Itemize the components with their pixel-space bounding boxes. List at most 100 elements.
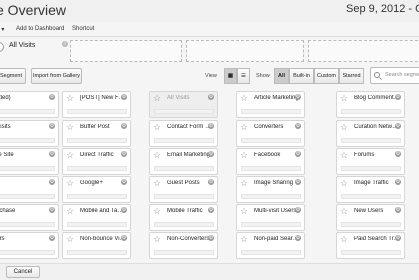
star-icon[interactable]: ☆ <box>240 94 248 103</box>
star-icon[interactable]: ☆ <box>340 151 348 160</box>
segment-tile[interactable]: ☆ Mobile and Table... ⚙ <box>62 204 131 231</box>
segment-tile[interactable]: ☆ Direct Traffic ⚙ <box>62 148 131 175</box>
star-icon[interactable]: ☆ <box>66 94 74 103</box>
star-icon[interactable]: ☆ <box>240 179 248 188</box>
star-icon[interactable]: ☆ <box>66 151 74 160</box>
segment-options-icon[interactable]: ⚙ <box>49 207 55 213</box>
segment-tile[interactable]: ☆ Article Marketing ⚙ <box>236 91 305 118</box>
segment-tile[interactable]: ☆ Mobile Traffic ⚙ <box>149 204 218 231</box>
grid-view-icon[interactable]: ▦ <box>224 68 237 84</box>
add-to-dashboard-button[interactable]: Add to Dashboard <box>16 26 64 32</box>
new-segment-button[interactable]: Segment <box>0 68 26 84</box>
segment-tile[interactable]: ☆ Non-paid Search ...⚙ <box>236 232 305 259</box>
star-icon[interactable]: ☆ <box>153 235 161 244</box>
segment-tile[interactable]: ☆ Converters ⚙ <box>236 120 305 147</box>
segment-tile[interactable]: ☆ Email Marketing ⚙ <box>149 148 218 175</box>
star-icon[interactable]: ☆ <box>153 207 161 216</box>
star-icon[interactable]: ☆ <box>240 207 248 216</box>
star-icon[interactable]: ☆ <box>340 94 348 103</box>
segment-options-icon[interactable]: ⚙ <box>295 94 301 100</box>
segment-tile[interactable]: ☆ Paid Search Traffic ⚙ <box>336 232 405 259</box>
segment-tile[interactable]: ☆a Purchase⚙ <box>0 204 59 231</box>
star-icon[interactable]: ☆ <box>240 151 248 160</box>
segment-options-icon[interactable]: ⚙ <box>49 151 55 157</box>
segment-tile[interactable]: ☆le⚙ <box>0 176 59 203</box>
segment-tile[interactable]: ☆ Image Sharing ⚙ <box>236 176 305 203</box>
segment-options-icon[interactable]: ⚙ <box>395 151 401 157</box>
segment-tile[interactable]: ☆ All Visits ⚙ <box>149 91 218 118</box>
star-icon[interactable]: ☆ <box>153 94 161 103</box>
filter-all[interactable]: All <box>274 68 289 84</box>
star-icon[interactable]: ☆ <box>66 123 74 132</box>
toolbar-export-menu[interactable]: t ▾ <box>0 26 4 33</box>
segment-tile[interactable]: ☆ Curation Networks ⚙ <box>336 120 405 147</box>
segment-options-icon[interactable]: ⚙ <box>295 179 301 185</box>
segment-options-icon[interactable]: ⚙ <box>395 235 401 241</box>
segment-tile[interactable]: ☆ Blog Comments ... ⚙ <box>336 91 405 118</box>
segment-tile[interactable]: ☆ Non-bounce Visits ⚙ <box>62 232 131 259</box>
segment-options-icon[interactable]: ⚙ <box>49 179 55 185</box>
segment-options-icon[interactable]: ⚙ <box>395 94 401 100</box>
segment-tile[interactable]: ☆ Facebook ⚙ <box>236 148 305 175</box>
segment-tile[interactable]: ☆Visitors⚙ <box>0 232 59 259</box>
star-icon[interactable]: ☆ <box>340 235 348 244</box>
star-icon[interactable]: ☆ <box>153 179 161 188</box>
segment-options-icon[interactable]: ⚙ <box>208 179 214 185</box>
star-icon[interactable]: ☆ <box>66 235 74 244</box>
segment-options-icon[interactable]: ⚙ <box>295 235 301 241</box>
segment-tile[interactable]: ☆ Forums ⚙ <box>336 148 405 175</box>
segment-options-icon[interactable]: ⚙ <box>49 94 55 100</box>
date-range-picker[interactable]: Sep 9, 2012 - Oct <box>346 3 419 15</box>
segment-tile[interactable]: ☆ New Users ⚙ <box>336 204 405 231</box>
segment-options-icon[interactable]: ⚙ <box>121 207 127 213</box>
segment-tile[interactable]: ☆ Google+ ⚙ <box>62 176 131 203</box>
segment-tile[interactable]: ☆ Image Traffic ⚙ <box>336 176 405 203</box>
segment-tile[interactable]: ☆t Fake Site⚙ <box>0 148 59 175</box>
segment-slot[interactable] <box>308 40 419 62</box>
star-icon[interactable]: ☆ <box>66 207 74 216</box>
segment-options-icon[interactable]: ⚙ <box>395 207 401 213</box>
segment-slot[interactable] <box>186 40 304 62</box>
segment-options-icon[interactable]: ⚙ <box>208 94 214 100</box>
star-icon[interactable]: ☆ <box>153 151 161 160</box>
segment-tile[interactable]: ☆ced Visits⚙ <box>0 120 59 147</box>
import-from-gallery-button[interactable]: Import from Gallery <box>31 68 82 84</box>
segment-options-icon[interactable]: ⚙ <box>49 235 55 241</box>
segment-options-icon[interactable]: ⚙ <box>121 179 127 185</box>
segment-tile[interactable]: ☆ Multi-visit Users ⚙ <box>236 204 305 231</box>
segment-options-icon[interactable]: ⚙ <box>295 151 301 157</box>
segment-tile[interactable]: ☆ Contact Form Goal ⚙ <box>149 120 218 147</box>
segment-toggle[interactable] <box>0 42 4 52</box>
segment-options-icon[interactable]: ⚙ <box>121 94 127 100</box>
segment-options-icon[interactable]: ⚙ <box>208 235 214 241</box>
segment-tile[interactable]: ☆ Guest Posts ⚙ <box>149 176 218 203</box>
star-icon[interactable]: ☆ <box>340 123 348 132</box>
star-icon[interactable]: ☆ <box>340 207 348 216</box>
star-icon[interactable]: ☆ <box>153 123 161 132</box>
segment-tile[interactable]: ☆ Non-Converters ⚙ <box>149 232 218 259</box>
segment-options-icon[interactable]: ⚙ <box>208 123 214 129</box>
segment-options-icon[interactable]: ⚙ <box>395 123 401 129</box>
star-icon[interactable]: ☆ <box>240 235 248 244</box>
segment-options-icon[interactable]: ⚙ <box>49 123 55 129</box>
segment-slot[interactable] <box>70 40 182 62</box>
segment-options-icon[interactable]: ⚙ <box>395 179 401 185</box>
segment-options-icon[interactable]: ⚙ <box>121 123 127 129</box>
filter-custom[interactable]: Custom <box>314 68 339 84</box>
filter-starred[interactable]: Starred <box>339 68 364 84</box>
segment-options-icon[interactable]: ⚙ <box>208 151 214 157</box>
filter-built-in[interactable]: Built-in <box>289 68 314 84</box>
list-view-icon[interactable]: ☰ <box>237 68 250 84</box>
cancel-button[interactable]: Cancel <box>6 266 40 278</box>
segment-tile[interactable]: ☆ [POST] New Fac... ⚙ <box>62 91 131 118</box>
star-icon[interactable]: ☆ <box>340 179 348 188</box>
star-icon[interactable]: ☆ <box>240 123 248 132</box>
segment-options-icon[interactable]: ⚙ <box>208 207 214 213</box>
segment-options-icon[interactable]: ⚙ <box>121 151 127 157</box>
segment-tile[interactable]: ☆ Buffer Post ⚙ <box>62 120 131 147</box>
shortcut-button[interactable]: Shortcut <box>72 26 94 32</box>
segment-options-icon[interactable]: ⚙ <box>295 207 301 213</box>
segment-options-icon[interactable]: ⚙ <box>295 123 301 129</box>
segment-tile[interactable]: ☆Provided)⚙ <box>0 91 59 118</box>
star-icon[interactable]: ☆ <box>66 179 74 188</box>
